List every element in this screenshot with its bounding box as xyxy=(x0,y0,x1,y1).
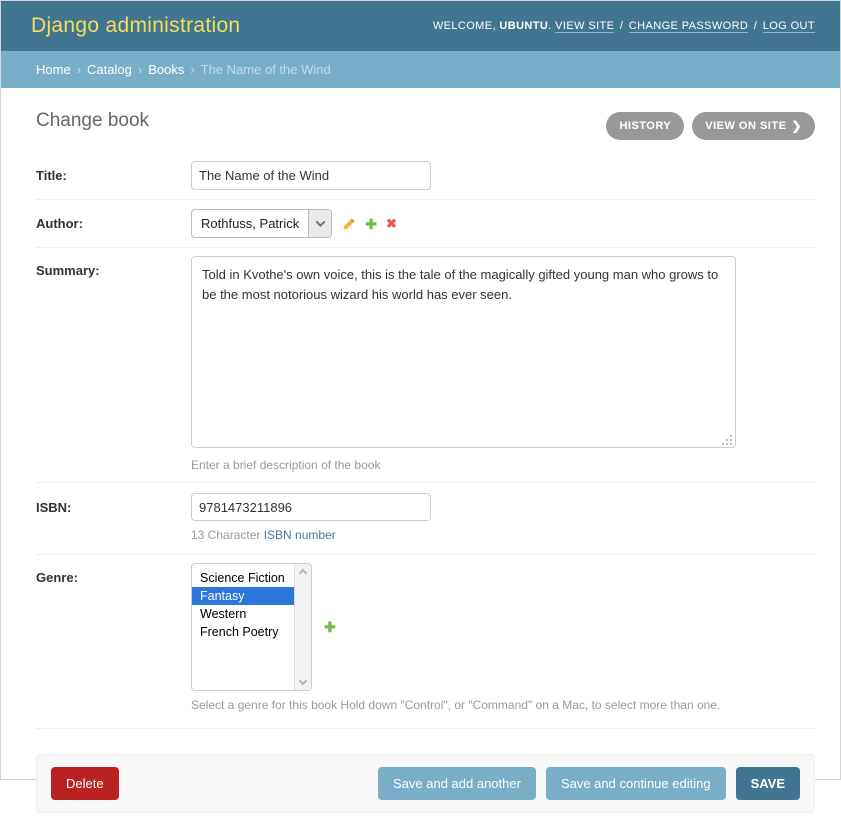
submit-row: Delete Save and add another Save and con… xyxy=(36,754,815,813)
summary-label: Summary: xyxy=(36,263,100,278)
pencil-icon xyxy=(342,217,356,231)
author-selected-value: Rothfuss, Patrick xyxy=(192,210,308,237)
scroll-down-icon[interactable] xyxy=(299,677,307,685)
content-area: Change book HISTORY VIEW ON SITE ❯ Title… xyxy=(1,88,840,833)
link-separator: / xyxy=(620,20,623,32)
summary-help-text: Enter a brief description of the book xyxy=(191,458,736,472)
add-genre-button[interactable]: ✚ xyxy=(324,620,336,634)
chevron-right-icon: ❯ xyxy=(791,120,802,132)
save-button[interactable]: SAVE xyxy=(736,767,800,800)
delete-author-button[interactable]: ✖ xyxy=(386,217,397,230)
breadcrumb-catalog[interactable]: Catalog xyxy=(87,62,132,77)
save-and-add-another-button[interactable]: Save and add another xyxy=(378,767,536,800)
view-site-link[interactable]: VIEW SITE xyxy=(555,20,614,33)
breadcrumb: Home › Catalog › Books › The Name of the… xyxy=(1,51,840,88)
genre-option-fantasy[interactable]: Fantasy xyxy=(192,587,294,605)
scroll-up-icon[interactable] xyxy=(299,569,307,577)
genre-label: Genre: xyxy=(36,570,78,585)
view-on-site-label: VIEW ON SITE xyxy=(705,120,786,132)
delete-button[interactable]: Delete xyxy=(51,767,119,800)
author-select[interactable]: Rothfuss, Patrick xyxy=(191,209,332,238)
breadcrumb-current: The Name of the Wind xyxy=(201,62,331,77)
title-input[interactable] xyxy=(191,161,431,190)
form-row-summary: Summary: Told in Kvothe's own voice, thi… xyxy=(36,248,815,483)
breadcrumb-home[interactable]: Home xyxy=(36,62,71,77)
genre-option-western[interactable]: Western xyxy=(192,605,294,623)
change-password-link[interactable]: CHANGE PASSWORD xyxy=(629,20,748,33)
x-icon: ✖ xyxy=(386,217,397,230)
page-title: Change book xyxy=(36,110,149,154)
breadcrumb-separator: › xyxy=(190,62,194,77)
site-title[interactable]: Django administration xyxy=(31,14,240,38)
user-tools: WELCOME, UBUNTU. VIEW SITE / CHANGE PASS… xyxy=(433,20,815,32)
isbn-help-text: 13 Character xyxy=(191,528,264,542)
isbn-input[interactable] xyxy=(191,493,431,521)
title-label: Title: xyxy=(36,168,67,183)
isbn-number-link[interactable]: ISBN number xyxy=(264,528,336,542)
breadcrumb-separator: › xyxy=(138,62,142,77)
view-on-site-button[interactable]: VIEW ON SITE ❯ xyxy=(692,112,815,140)
admin-header: Django administration WELCOME, UBUNTU. V… xyxy=(1,1,840,51)
scrollbar[interactable] xyxy=(294,564,311,690)
author-label: Author: xyxy=(36,216,83,231)
breadcrumb-books[interactable]: Books xyxy=(148,62,184,77)
username: UBUNTU xyxy=(499,20,548,32)
save-and-continue-editing-button[interactable]: Save and continue editing xyxy=(546,767,726,800)
object-tools: HISTORY VIEW ON SITE ❯ xyxy=(606,112,815,140)
log-out-link[interactable]: LOG OUT xyxy=(763,20,815,33)
genre-multiselect[interactable]: Science Fiction Fantasy Western French P… xyxy=(191,563,312,691)
genre-help-text: Select a genre for this book Hold down "… xyxy=(191,698,720,712)
isbn-label: ISBN: xyxy=(36,500,71,515)
plus-icon: ✚ xyxy=(365,217,377,231)
form-row-author: Author: Rothfuss, Patrick ✚ xyxy=(36,200,815,248)
summary-textarea[interactable]: Told in Kvothe's own voice, this is the … xyxy=(191,256,736,448)
welcome-period: . xyxy=(548,20,551,32)
breadcrumb-separator: › xyxy=(77,62,81,77)
edit-author-button[interactable] xyxy=(342,217,356,231)
form-row-isbn: ISBN: 13 Character ISBN number xyxy=(36,483,815,555)
select-dropdown-button[interactable] xyxy=(308,210,331,237)
genre-option-french-poetry[interactable]: French Poetry xyxy=(192,623,294,641)
history-button[interactable]: HISTORY xyxy=(606,112,684,140)
genre-option-science-fiction[interactable]: Science Fiction xyxy=(192,569,294,587)
welcome-text: WELCOME, xyxy=(433,20,496,32)
plus-icon: ✚ xyxy=(324,620,336,634)
link-separator: / xyxy=(754,20,757,32)
chevron-down-icon xyxy=(315,217,325,227)
add-author-button[interactable]: ✚ xyxy=(365,217,377,231)
form-row-genre: Genre: Science Fiction Fantasy Western F… xyxy=(36,555,815,729)
form-row-title: Title: xyxy=(36,154,815,200)
